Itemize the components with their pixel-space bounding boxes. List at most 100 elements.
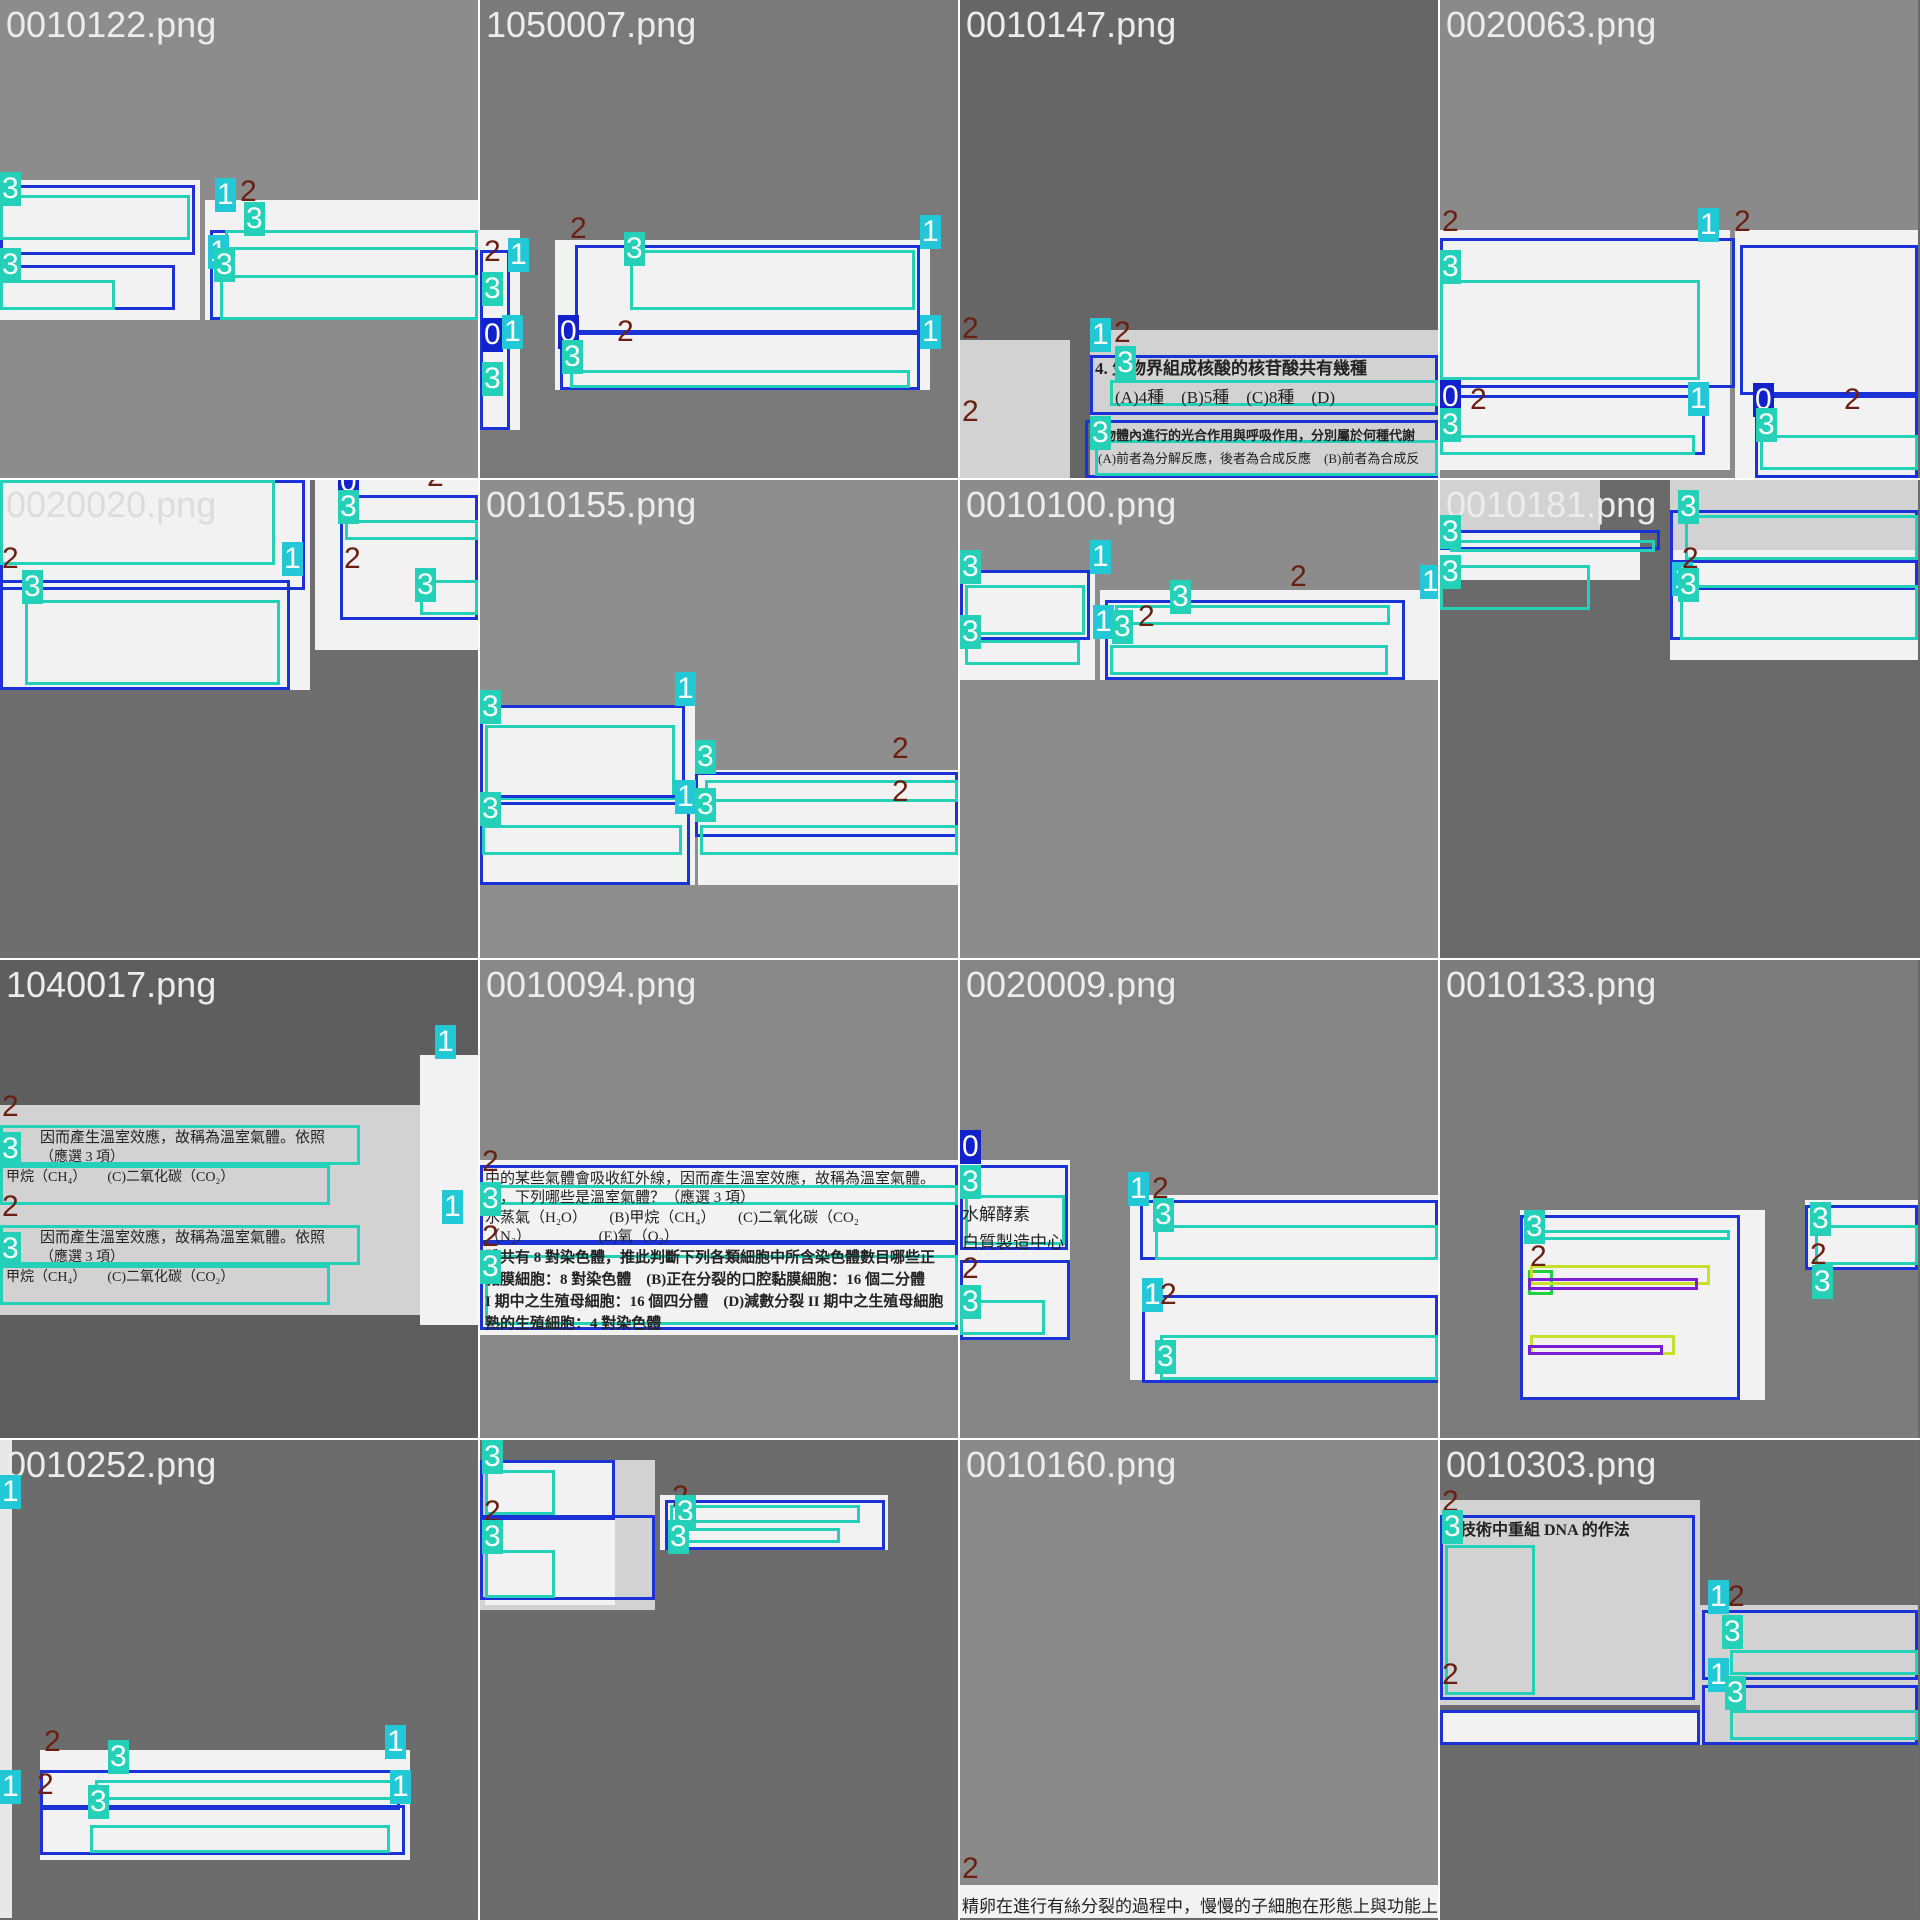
label-badge: 2 [482, 1145, 499, 1178]
question-text: 體，下列哪些是溫室氣體？（應選 3 項） [485, 1190, 756, 1206]
tile-filename: 0010100.png [966, 484, 1177, 525]
label-badge: 3 [695, 788, 716, 822]
label-badge: 3 [0, 1132, 21, 1166]
label-badge: 3 [1722, 1615, 1743, 1649]
tile-16: 0010303.png 料技術中重組 DNA 的作法 2 3 2 1 2 3 1… [1440, 1440, 1918, 1918]
label-badge: 3 [1155, 1340, 1176, 1374]
label-badge: 3 [1090, 416, 1111, 450]
region-box [1440, 435, 1695, 455]
tile-filename: 0010147.png [966, 4, 1177, 45]
label-badge: 1 [390, 1770, 411, 1804]
question-text: 精卵在進行有絲分裂的過程中，慢慢的子細胞在形態上與功能上產生 [962, 1897, 1438, 1916]
region-box [1530, 1230, 1730, 1240]
question-text: 料技術中重組 DNA 的作法 [1444, 1522, 1630, 1539]
region-box [675, 1528, 840, 1543]
label-badge: 2 [1442, 205, 1459, 238]
label-badge: 3 [0, 248, 21, 282]
label-badge: 3 [1442, 1510, 1463, 1544]
region-box [1685, 515, 1918, 560]
label-badge: 3 [1756, 408, 1777, 442]
label-badge: 3 [214, 248, 235, 282]
region-box [1450, 540, 1655, 552]
tile-filename: 0010122.png [6, 4, 217, 45]
region-box [1155, 1225, 1438, 1260]
label-badge: 2 [1290, 560, 1307, 593]
region-box [1440, 565, 1590, 610]
label-badge: 3 [1810, 1202, 1831, 1236]
region-box [0, 195, 190, 240]
label-badge: 1 [502, 315, 523, 349]
region-box [670, 1505, 860, 1523]
tile-background [960, 1440, 1438, 1918]
region-box [25, 600, 280, 685]
region-box [1440, 1710, 1700, 1745]
label-badge: 3 [415, 568, 436, 602]
grid-divider [958, 0, 960, 1920]
label-badge: 1 [1128, 1172, 1149, 1206]
tile-strip [0, 1440, 12, 1918]
label-badge: 2 [425, 480, 446, 494]
tile-filename: 0010181.png [1446, 484, 1657, 525]
region-box [1680, 585, 1918, 640]
tile-11: 0020009.png 水解酵素 白質製造中心 0 3 2 3 1 2 3 1 … [960, 960, 1438, 1438]
region-box [1160, 1335, 1438, 1380]
region-box [700, 825, 958, 855]
label-badge: 3 [480, 690, 501, 724]
region-box [1730, 1650, 1918, 1675]
tile-10: 0010094.png 中的某些氣體會吸收紅外線，因而產生溫室效應，故稱為溫室氣… [480, 960, 958, 1438]
option-text: (A)前者為分解反應，後者為合成反應 (B)前者為合成反 [1098, 451, 1420, 466]
label-badge: 1 [435, 1025, 456, 1059]
label-badge: 2 [892, 775, 909, 808]
label-badge: 3 [244, 202, 265, 236]
label-badge: 3 [624, 232, 645, 266]
label-badge: 2 [1530, 1240, 1547, 1273]
question-text: 植物體內進行的光合作用與呼吸作用，分別屬於何種代謝 [1090, 428, 1416, 443]
label-badge: 3 [1170, 580, 1191, 614]
label-badge: 2 [962, 395, 979, 428]
tile-15: 0010160.png 精卵在進行有絲分裂的過程中，慢慢的子細胞在形態上與功能上… [960, 1440, 1438, 1918]
label-badge: 2 [2, 1190, 19, 1223]
tile-filename: 0010155.png [486, 484, 697, 525]
label-badge: 3 [1812, 1265, 1833, 1299]
region-box [965, 585, 1085, 635]
label-badge: 2 [617, 315, 634, 348]
label-badge: 3 [480, 792, 501, 826]
option-text: 甲烷（CH₄） (C)二氧化碳（CO₂） [6, 1170, 235, 1185]
label-badge: 3 [960, 1165, 981, 1199]
label-badge: 3 [88, 1785, 109, 1819]
label-badge: 3 [1440, 250, 1461, 284]
label-badge: 2 [37, 1768, 54, 1801]
region-box [220, 275, 478, 320]
label-badge: 2 [1160, 1278, 1177, 1311]
tile-8: 0010181.png 3 3 1 3 2 3 [1440, 480, 1918, 958]
label-badge: 2 [2, 1090, 19, 1123]
region-box [1740, 245, 1918, 395]
label-badge: 3 [1115, 346, 1136, 380]
option-text: （N₂） (E)氧（O₂） [485, 1229, 679, 1245]
region-box [1110, 645, 1388, 675]
label-badge: 3 [22, 570, 43, 604]
label-badge: 2 [1734, 205, 1751, 238]
region-box [1440, 280, 1700, 380]
tile-2: 1050007.png 2 3 1 0 2 1 3 2 1 3 0 1 3 [480, 0, 958, 478]
option-text: 水蒸氣（H₂O） (B)甲烷（CH₄） (C)二氧化碳（CO₂ [485, 1210, 860, 1226]
region-box [485, 1550, 555, 1598]
tile-1: 0010122.png 3 3 1 2 3 1 3 [0, 0, 478, 478]
label-badge: 0 [960, 1130, 981, 1164]
option-text: 甲烷（CH₄） (C)二氧化碳（CO₂） [6, 1270, 235, 1285]
tile-filename: 0010094.png [486, 964, 697, 1005]
tile-9: 1040017.png 因而產生溫室效應，故稱為溫室氣體。依照 （應選 3 項）… [0, 960, 478, 1438]
option-text: 熟的生殖細胞：4 對染色體 [485, 1316, 662, 1332]
region-box [485, 725, 675, 800]
label-badge: 1 [920, 215, 941, 249]
tile-12: 0010133.png 3 2 3 2 3 [1440, 960, 1918, 1438]
tile-filename: 0010160.png [966, 1444, 1177, 1485]
label-badge: 3 [0, 1232, 21, 1266]
label-badge: 3 [0, 172, 21, 206]
label-badge: 3 [668, 1520, 689, 1554]
tile-6: 0010155.png 3 1 3 1 3 3 2 2 [480, 480, 958, 958]
question-text: 體共有 8 對染色體，推此判斷下列各類細胞中所含染色體數目哪些正 [485, 1250, 936, 1266]
label-badge: 2 [484, 235, 501, 268]
label-badge: 3 [1153, 1198, 1174, 1232]
label-badge: 1 [1688, 382, 1709, 416]
